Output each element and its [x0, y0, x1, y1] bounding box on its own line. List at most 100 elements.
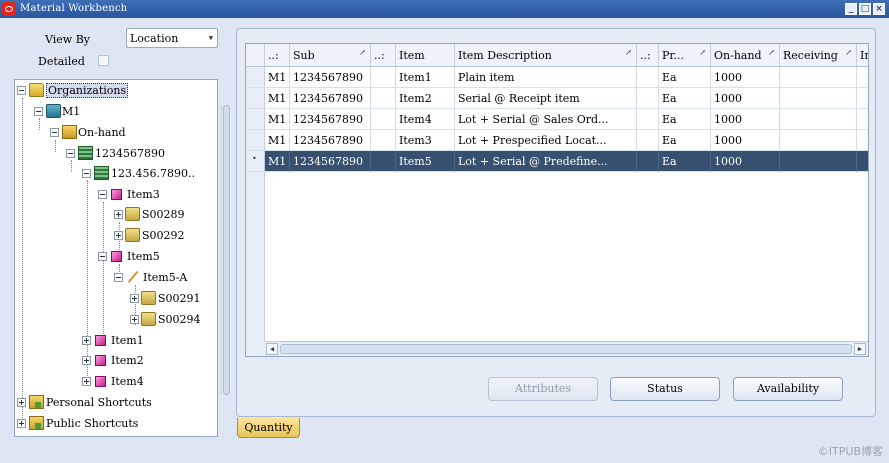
- cell-empty[interactable]: [371, 67, 396, 88]
- cell-empty[interactable]: [780, 67, 857, 88]
- expand-icon[interactable]: [130, 294, 139, 303]
- detailed-checkbox[interactable]: [98, 55, 109, 66]
- cell-sub[interactable]: 1234567890: [290, 88, 371, 109]
- expand-icon[interactable]: [114, 210, 123, 219]
- cell-empty[interactable]: [780, 130, 857, 151]
- cell-org[interactable]: M1: [265, 67, 290, 88]
- cell-empty[interactable]: [857, 67, 868, 88]
- cell-sub[interactable]: 1234567890: [290, 67, 371, 88]
- collapse-icon[interactable]: [114, 273, 123, 282]
- cell-empty[interactable]: [637, 151, 659, 172]
- cell-empty[interactable]: [637, 88, 659, 109]
- cell-desc[interactable]: Lot + Serial @ Sales Ord...: [455, 109, 637, 130]
- cell-onhand[interactable]: 1000: [711, 130, 780, 151]
- cell-uom[interactable]: Ea: [659, 151, 711, 172]
- row-selector[interactable]: [246, 151, 265, 172]
- cell-item[interactable]: Item2: [396, 88, 455, 109]
- cell-desc[interactable]: Serial @ Receipt item: [455, 88, 637, 109]
- cell-empty[interactable]: [857, 88, 868, 109]
- cell-empty[interactable]: [637, 67, 659, 88]
- row-selector[interactable]: [246, 67, 265, 88]
- column-header-item-description[interactable]: Item Description ↗: [455, 44, 637, 67]
- expand-icon[interactable]: [82, 356, 91, 365]
- expand-icon[interactable]: [82, 336, 91, 345]
- grid-horizontal-scrollbar[interactable]: ◀ ▶: [264, 341, 868, 356]
- status-button[interactable]: Status: [610, 377, 720, 401]
- tree-line: [103, 202, 104, 334]
- cell-uom[interactable]: Ea: [659, 109, 711, 130]
- expand-icon[interactable]: [114, 231, 123, 240]
- cell-empty[interactable]: [371, 151, 396, 172]
- column-header-item[interactable]: Item: [396, 44, 455, 67]
- tree-line: [22, 98, 23, 426]
- scroll-thumb[interactable]: [223, 105, 230, 395]
- expand-icon[interactable]: [17, 419, 26, 428]
- collapse-icon[interactable]: [98, 190, 107, 199]
- view-by-select[interactable]: Location ▼: [126, 28, 218, 48]
- attributes-button[interactable]: Attributes: [488, 377, 598, 401]
- column-header-locator[interactable]: ..:: [371, 44, 396, 67]
- collapse-icon[interactable]: [82, 169, 91, 178]
- cell-empty[interactable]: [637, 130, 659, 151]
- collapse-icon[interactable]: [17, 86, 26, 95]
- collapse-icon[interactable]: [66, 149, 75, 158]
- cell-org[interactable]: M1: [265, 151, 290, 172]
- collapse-icon[interactable]: [50, 128, 59, 137]
- column-header-org[interactable]: ..:: [265, 44, 290, 67]
- close-icon[interactable]: ×: [873, 3, 885, 15]
- maximize-icon[interactable]: □: [859, 3, 871, 15]
- cell-org[interactable]: M1: [265, 109, 290, 130]
- cell-uom[interactable]: Ea: [659, 130, 711, 151]
- expand-icon[interactable]: [130, 315, 139, 324]
- cell-empty[interactable]: [371, 88, 396, 109]
- cell-item[interactable]: Item1: [396, 67, 455, 88]
- cell-sub[interactable]: 1234567890: [290, 151, 371, 172]
- minimize-icon[interactable]: _: [845, 3, 857, 15]
- column-header-uom[interactable]: Pr... ↗: [659, 44, 711, 67]
- column-header-rev[interactable]: ..:: [637, 44, 659, 67]
- row-selector[interactable]: [246, 130, 265, 151]
- cell-org[interactable]: M1: [265, 88, 290, 109]
- cell-desc[interactable]: Lot + Prespecified Locat...: [455, 130, 637, 151]
- cell-sub[interactable]: 1234567890: [290, 130, 371, 151]
- expand-icon[interactable]: [17, 398, 26, 407]
- item-cube-icon: [111, 251, 122, 262]
- cell-item[interactable]: Item5: [396, 151, 455, 172]
- column-header-sub[interactable]: Sub ↗: [290, 44, 371, 67]
- cell-empty[interactable]: [371, 130, 396, 151]
- cell-empty[interactable]: [780, 109, 857, 130]
- collapse-icon[interactable]: [34, 107, 43, 116]
- cell-desc[interactable]: Lot + Serial @ Predefine...: [455, 151, 637, 172]
- tab-quantity[interactable]: Quantity: [237, 418, 300, 438]
- collapse-icon[interactable]: [98, 252, 107, 261]
- cell-empty[interactable]: [637, 109, 659, 130]
- column-header-receiving[interactable]: Receiving ↗: [780, 44, 857, 67]
- tree-scrollbar[interactable]: [221, 105, 231, 395]
- cell-onhand[interactable]: 1000: [711, 109, 780, 130]
- cell-onhand[interactable]: 1000: [711, 151, 780, 172]
- cell-onhand[interactable]: 1000: [711, 67, 780, 88]
- row-selector[interactable]: [246, 109, 265, 130]
- expand-icon[interactable]: [82, 377, 91, 386]
- cell-item[interactable]: Item3: [396, 130, 455, 151]
- column-header-inbound[interactable]: In: [857, 44, 868, 67]
- scroll-thumb[interactable]: [280, 344, 852, 354]
- cell-item[interactable]: Item4: [396, 109, 455, 130]
- scroll-left-icon[interactable]: ◀: [266, 343, 278, 355]
- cell-empty[interactable]: [371, 109, 396, 130]
- cell-desc[interactable]: Plain item: [455, 67, 637, 88]
- cell-uom[interactable]: Ea: [659, 88, 711, 109]
- cell-onhand[interactable]: 1000: [711, 88, 780, 109]
- cell-empty[interactable]: [857, 109, 868, 130]
- cell-empty[interactable]: [780, 151, 857, 172]
- cell-empty[interactable]: [857, 130, 868, 151]
- scroll-right-icon[interactable]: ▶: [854, 343, 866, 355]
- cell-uom[interactable]: Ea: [659, 67, 711, 88]
- cell-org[interactable]: M1: [265, 130, 290, 151]
- cell-empty[interactable]: [780, 88, 857, 109]
- column-header-onhand[interactable]: On-hand ↗: [711, 44, 780, 67]
- row-selector[interactable]: [246, 88, 265, 109]
- cell-empty[interactable]: [857, 151, 868, 172]
- cell-sub[interactable]: 1234567890: [290, 109, 371, 130]
- availability-button[interactable]: Availability: [733, 377, 843, 401]
